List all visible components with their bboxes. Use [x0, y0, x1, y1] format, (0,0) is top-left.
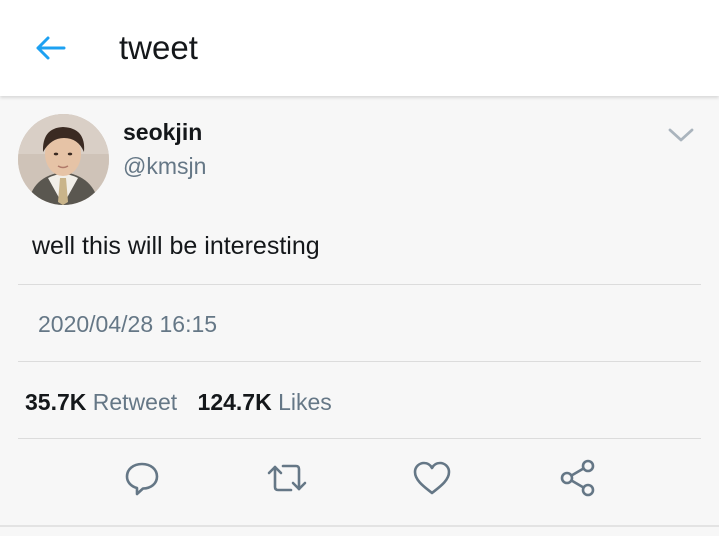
tweet-options-button[interactable] [664, 122, 698, 148]
heart-icon [413, 461, 451, 495]
like-button[interactable] [410, 456, 454, 500]
arrow-left-icon [36, 36, 66, 60]
page-title: tweet [119, 29, 198, 66]
chevron-down-icon [668, 128, 694, 142]
tweet-card: seokjin @kmsjn well this will be interes… [0, 98, 719, 536]
share-icon [560, 459, 595, 497]
retweet-count[interactable]: 35.7K [25, 389, 86, 415]
divider [0, 525, 719, 527]
tweet-timestamp: 2020/04/28 16:15 [38, 311, 218, 337]
display-name[interactable]: seokjin [123, 118, 202, 146]
top-bar: tweet [0, 0, 719, 96]
tweet-text: well this will be interesting [32, 232, 320, 260]
divider [18, 438, 701, 439]
reply-icon [125, 462, 159, 496]
divider [18, 284, 701, 285]
share-button[interactable] [556, 456, 600, 500]
retweet-button[interactable] [265, 456, 309, 500]
tweet-actions [0, 456, 719, 508]
retweet-icon [267, 464, 307, 492]
tweet-stats: 35.7K Retweet 124.7K Likes [25, 388, 332, 416]
like-label[interactable]: Likes [278, 389, 332, 415]
user-handle[interactable]: @kmsjn [123, 152, 206, 180]
reply-button[interactable] [120, 456, 164, 500]
back-button[interactable] [28, 28, 72, 68]
divider [18, 361, 701, 362]
like-count[interactable]: 124.7K [198, 389, 272, 415]
retweet-label[interactable]: Retweet [93, 389, 177, 415]
avatar[interactable] [18, 114, 109, 205]
